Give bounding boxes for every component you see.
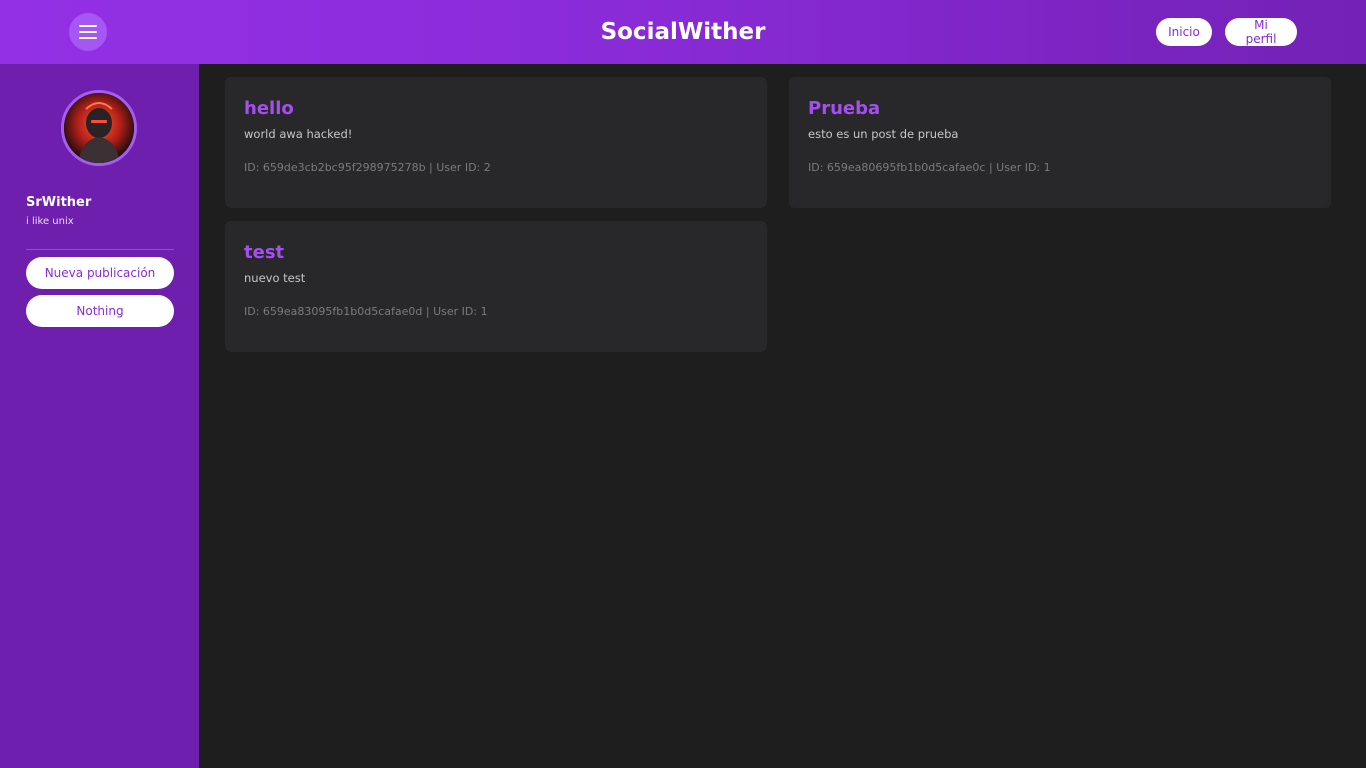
post-card[interactable]: hello world awa hacked! ID: 659de3cb2bc9… bbox=[225, 77, 767, 208]
new-post-button[interactable]: Nueva publicación bbox=[26, 257, 174, 289]
post-meta: ID: 659ea83095fb1b0d5cafae0d | User ID: … bbox=[244, 305, 488, 318]
post-body: world awa hacked! bbox=[244, 127, 353, 141]
avatar bbox=[61, 90, 137, 166]
post-title: test bbox=[244, 242, 285, 263]
post-title: Prueba bbox=[808, 98, 881, 119]
menu-button[interactable] bbox=[69, 13, 107, 51]
user-bio: i like unix bbox=[26, 216, 74, 227]
top-bar: SocialWither Inicio Mi perfil bbox=[0, 0, 1366, 64]
user-name: SrWither bbox=[26, 195, 92, 210]
post-card[interactable]: Prueba esto es un post de prueba ID: 659… bbox=[789, 77, 1331, 208]
nav-home-button[interactable]: Inicio bbox=[1156, 18, 1212, 46]
post-body: esto es un post de prueba bbox=[808, 127, 959, 141]
post-title: hello bbox=[244, 98, 294, 119]
nav-profile-button[interactable]: Mi perfil bbox=[1225, 18, 1297, 46]
post-meta: ID: 659ea80695fb1b0d5cafae0c | User ID: … bbox=[808, 161, 1051, 174]
sidebar: SrWither i like unix Nueva publicación N… bbox=[0, 64, 199, 768]
post-card[interactable]: test nuevo test ID: 659ea83095fb1b0d5caf… bbox=[225, 221, 767, 352]
post-meta: ID: 659de3cb2bc95f298975278b | User ID: … bbox=[244, 161, 491, 174]
hamburger-menu-icon bbox=[79, 25, 97, 39]
post-body: nuevo test bbox=[244, 271, 306, 285]
sidebar-divider bbox=[26, 249, 174, 250]
nothing-button[interactable]: Nothing bbox=[26, 295, 174, 327]
